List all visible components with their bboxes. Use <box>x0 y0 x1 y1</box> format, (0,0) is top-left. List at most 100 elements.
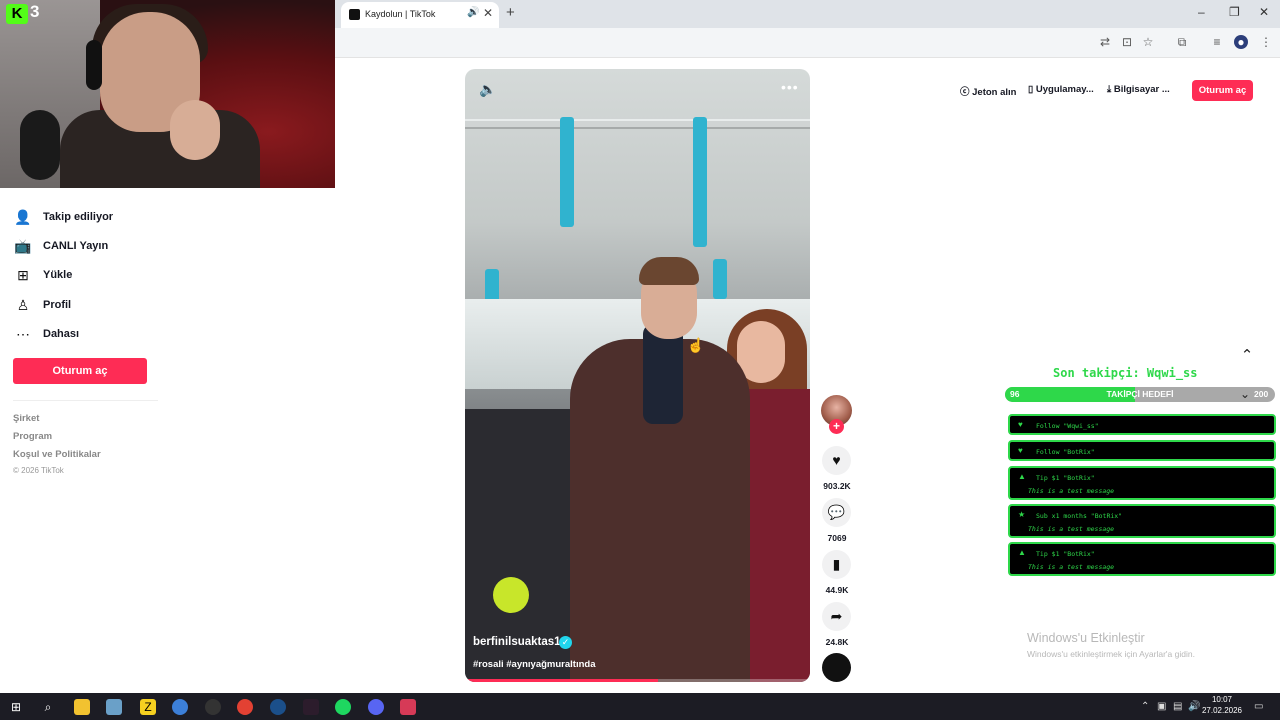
footer-link-terms[interactable]: Koşul ve Politikalar <box>13 449 101 460</box>
follow-plus-button[interactable]: + <box>829 419 844 434</box>
tab-title: Kaydolun | TikTok <box>365 9 436 19</box>
alert-item: ▲ Tip $1 "BotRix" This is a test message <box>1008 542 1276 576</box>
bookmark-star-icon[interactable]: ☆ <box>1141 35 1155 49</box>
video-progress-bar[interactable] <box>465 679 810 682</box>
alert-item: ▲ Tip $1 "BotRix" This is a test message <box>1008 466 1276 500</box>
app-icon-red[interactable] <box>400 699 416 715</box>
footer-link-company[interactable]: Şirket <box>13 413 39 424</box>
upload-icon: ⊞ <box>17 266 29 283</box>
heart-icon: ♥ <box>1018 446 1023 455</box>
close-window-button[interactable]: ✕ <box>1259 5 1269 19</box>
tip-icon: ▲ <box>1018 548 1026 557</box>
alert-main-text: Follow "BotRix" <box>1036 448 1095 456</box>
settings-app-icon[interactable] <box>106 699 122 715</box>
share-button[interactable]: ➦ <box>822 602 851 631</box>
music-disc-icon[interactable] <box>822 653 851 682</box>
following-icon: 👤 <box>14 208 32 225</box>
media-queue-icon[interactable]: ≡ <box>1210 35 1224 49</box>
alert-item: ♥ Follow "Wqwi_ss" <box>1008 414 1276 435</box>
share-count: 24.8K <box>825 637 849 647</box>
get-coins-link[interactable]: ⓒ Jeton alın <box>960 84 1016 98</box>
tip-icon: ▲ <box>1018 472 1026 481</box>
kick-logo-icon: K <box>6 4 28 24</box>
share-arrow-icon: ➦ <box>830 608 843 624</box>
sidebar-item-live[interactable]: 📺 CANLI Yayın <box>13 236 108 256</box>
profile-avatar-icon[interactable]: ● <box>1234 35 1248 49</box>
tray-app-icon[interactable]: ▣ <box>1157 701 1166 712</box>
sidebar-item-label: Dahası <box>43 328 80 340</box>
webcam-feed: K 3 <box>0 0 335 188</box>
hand-cursor-icon: ☝ <box>687 337 705 353</box>
zoom-app-icon[interactable]: Z <box>140 699 156 715</box>
app-window-icon[interactable] <box>303 699 319 715</box>
chrome-icon[interactable] <box>237 699 253 715</box>
steam-icon[interactable] <box>270 699 286 715</box>
sidebar-item-following[interactable]: 👤 Takip ediliyor <box>13 207 113 227</box>
chevron-up-icon[interactable]: ⌃ <box>1141 701 1149 712</box>
like-count: 903.2K <box>823 481 851 491</box>
volume-icon[interactable]: 🔈 <box>479 81 496 98</box>
footer-link-program[interactable]: Program <box>13 431 52 442</box>
login-button[interactable]: Oturum aç <box>13 358 147 384</box>
save-count: 44.9K <box>825 585 849 595</box>
notification-icon[interactable]: ▭ <box>1254 701 1263 712</box>
tab-close-button[interactable]: ✕ <box>483 6 493 20</box>
install-app-icon[interactable]: ⊡ <box>1120 35 1134 49</box>
star-icon: ★ <box>1018 510 1026 519</box>
windows-start-icon[interactable]: ⊞ <box>8 699 24 715</box>
previous-video-button[interactable]: ⌃ <box>1232 341 1262 371</box>
app-icon[interactable] <box>172 699 188 715</box>
comment-button[interactable]: 💬 <box>822 498 851 527</box>
heart-icon: ♥ <box>832 452 841 468</box>
more-icon: ⋯ <box>16 325 30 342</box>
sidebar-item-more[interactable]: ⋯ Dahası <box>13 324 79 344</box>
sidebar-item-upload[interactable]: ⊞ Yükle <box>13 265 72 285</box>
network-icon[interactable]: ▤ <box>1173 701 1182 712</box>
discord-icon[interactable] <box>368 699 384 715</box>
alert-main-text: Tip $1 "BotRix" <box>1036 550 1095 558</box>
desktop-app-link[interactable]: ⤓ Bilgisayar ... <box>1107 84 1170 95</box>
goal-title: TAKİPÇİ HEDEFİ <box>1106 389 1174 399</box>
get-app-link[interactable]: ▯ Uygulamay... <box>1028 84 1094 95</box>
more-options-icon[interactable]: ••• <box>781 79 799 95</box>
viewer-count: 3 <box>30 2 40 21</box>
extensions-icon[interactable]: ⧉ <box>1175 35 1189 49</box>
like-button[interactable]: ♥ <box>822 446 851 475</box>
browser-tab[interactable]: Kaydolun | TikTok 🔊 ✕ <box>341 2 499 28</box>
address-bar <box>335 28 1280 58</box>
bookmark-icon: ▮ <box>832 556 841 572</box>
obs-icon[interactable] <box>205 699 221 715</box>
minimize-button[interactable]: – <box>1198 5 1205 19</box>
clock-date[interactable]: 27.02.2026 <box>1200 706 1244 715</box>
desktop-app-label: Bilgisayar ... <box>1113 84 1170 95</box>
alert-message-text: This is a test message <box>1028 487 1115 495</box>
sidebar-item-label: CANLI Yayın <box>43 240 109 252</box>
login-top-button[interactable]: Oturum aç <box>1192 80 1253 101</box>
heart-icon: ♥ <box>1018 420 1023 429</box>
video-hashtags[interactable]: #rosali #aynıyağmuraltında <box>473 659 596 670</box>
get-app-label: Uygulamay... <box>1035 84 1094 95</box>
search-icon[interactable]: ⌕ <box>40 699 56 715</box>
save-button[interactable]: ▮ <box>822 550 851 579</box>
browser-menu-icon[interactable]: ⋮ <box>1259 35 1273 49</box>
video-author[interactable]: berfinilsuaktas1 <box>473 636 561 648</box>
alert-item: ♥ Follow "BotRix" <box>1008 440 1276 461</box>
sidebar-item-profile[interactable]: ♙ Profil <box>13 295 71 315</box>
new-tab-button[interactable]: + <box>506 4 515 21</box>
alert-item: ★ Sub x1 months "BotRix" This is a test … <box>1008 504 1276 538</box>
comment-count: 7069 <box>827 533 847 543</box>
speaker-icon[interactable]: 🔊 <box>467 7 479 18</box>
last-follower-label: Son takipçi: Wqwi_ss <box>1053 366 1198 380</box>
chevron-up-icon: ⌃ <box>1240 347 1254 364</box>
volume-icon[interactable]: 🔊 <box>1188 701 1200 712</box>
clock-time[interactable]: 10:07 <box>1200 695 1244 704</box>
video-player[interactable]: 🔈 ••• ☝ berfinilsuaktas1 ✓ #rosali #aynı… <box>465 69 810 682</box>
activation-watermark-subtitle: Windows'u etkinleştirmek için Ayarlar'a … <box>1027 649 1195 659</box>
restore-button[interactable]: ❐ <box>1229 5 1240 19</box>
alert-message-text: This is a test message <box>1028 525 1115 533</box>
file-explorer-icon[interactable] <box>74 699 90 715</box>
chevron-down-icon[interactable]: ⌄ <box>1240 387 1250 401</box>
spotify-icon[interactable] <box>335 699 351 715</box>
sidebar-item-label: Yükle <box>43 269 73 281</box>
translate-icon[interactable]: ⇄ <box>1098 35 1112 49</box>
